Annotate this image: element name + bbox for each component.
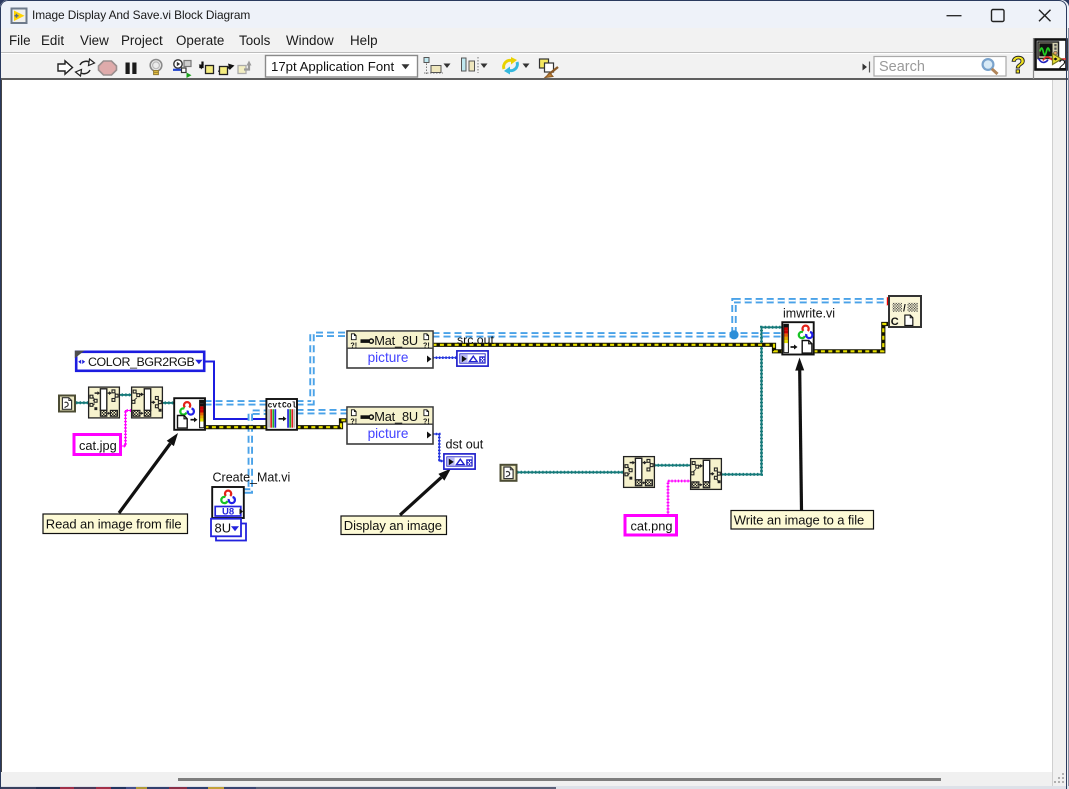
svg-text:/: / [903, 304, 906, 315]
svg-text:imwrite.vi: imwrite.vi [783, 307, 835, 321]
svg-text:2: 2 [1059, 57, 1067, 72]
svg-text:Write an image to a file: Write an image to a file [734, 513, 864, 528]
svg-text:?: ? [1011, 52, 1026, 79]
svg-text:cvtCol: cvtCol [268, 402, 297, 411]
svg-text:U8: U8 [222, 506, 234, 517]
svg-text:C: C [891, 316, 899, 328]
svg-text:Search: Search [879, 59, 925, 75]
svg-text:Read an image from file: Read an image from file [46, 516, 182, 531]
svg-text:17pt Application Font: 17pt Application Font [271, 59, 395, 74]
svg-text:8U: 8U [215, 521, 232, 536]
svg-text:cat.png: cat.png [631, 519, 673, 534]
svg-text:cat.jpg: cat.jpg [79, 438, 117, 453]
svg-text:Create_Mat.vi: Create_Mat.vi [213, 471, 291, 485]
svg-text:src.out: src.out [457, 333, 494, 347]
svg-text:dst out: dst out [446, 438, 484, 452]
svg-text:Display an image: Display an image [344, 518, 442, 533]
svg-text:COLOR_BGR2RGB: COLOR_BGR2RGB [88, 355, 194, 369]
